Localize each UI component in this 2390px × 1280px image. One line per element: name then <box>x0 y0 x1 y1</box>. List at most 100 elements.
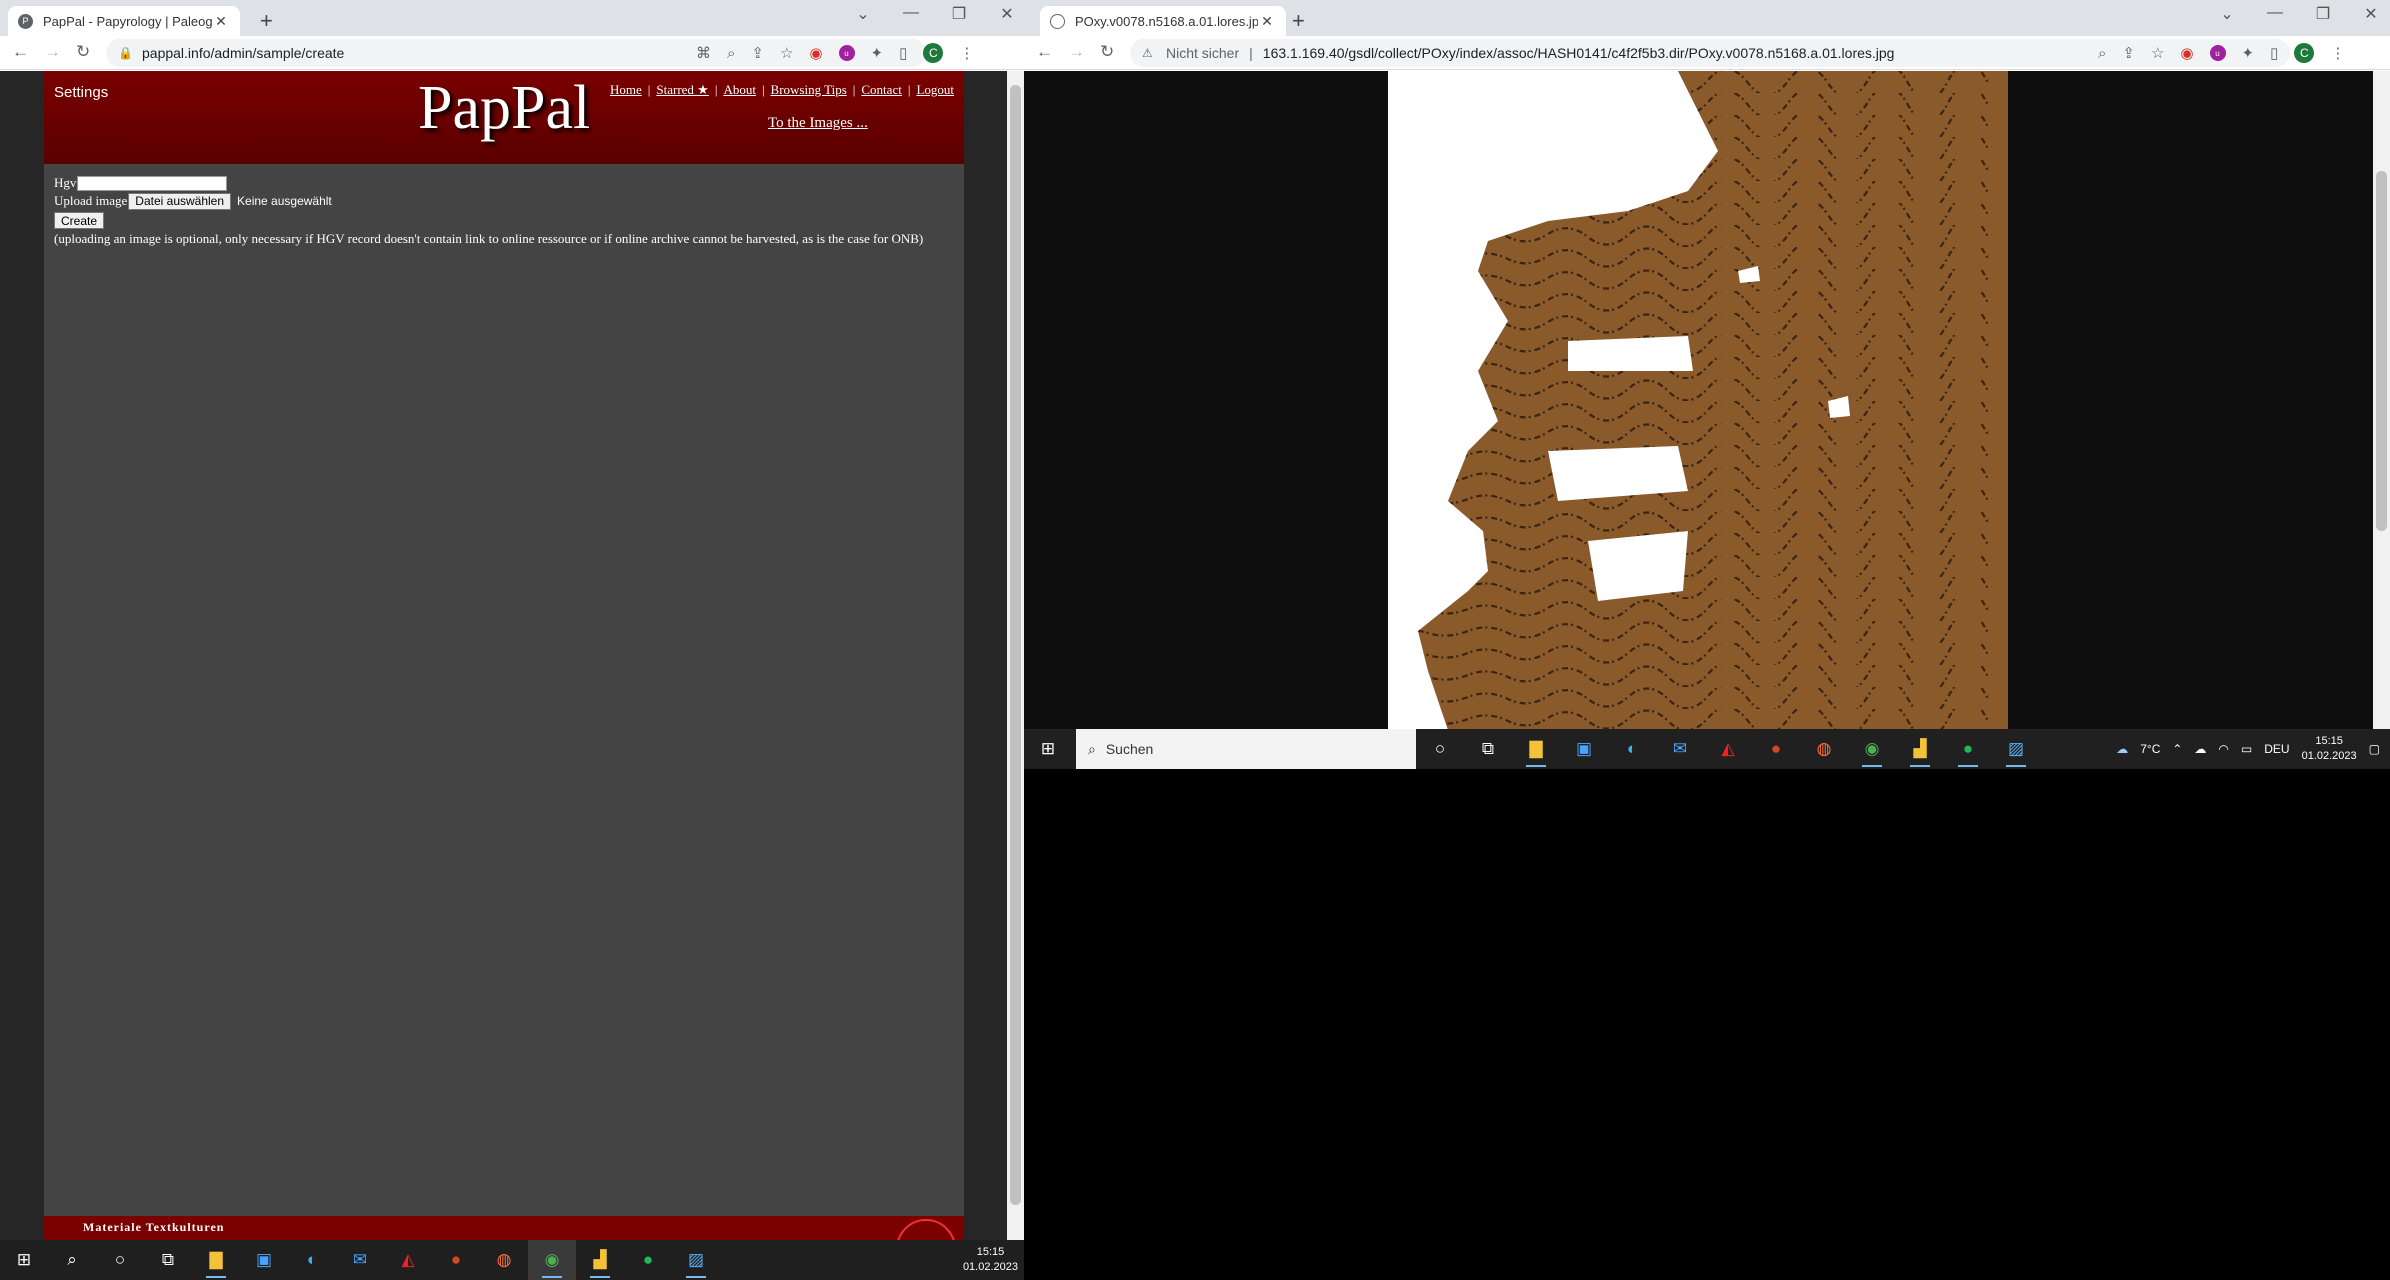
settings-link[interactable]: Settings <box>54 84 108 101</box>
firefox-icon[interactable]: ◍ <box>1800 729 1848 769</box>
menu-logout[interactable]: Logout <box>916 82 954 98</box>
mail-icon[interactable]: ✉ <box>336 1240 384 1280</box>
bookmark-star-icon[interactable]: ☆ <box>780 44 793 62</box>
choose-file-button[interactable]: Datei auswählen <box>128 192 232 210</box>
store-icon[interactable]: ▣ <box>240 1240 288 1280</box>
create-button[interactable]: Create <box>54 212 105 229</box>
to-images-link[interactable]: To the Images ... <box>768 115 868 132</box>
ublock-icon[interactable]: u <box>2209 45 2226 61</box>
restore-icon[interactable]: ❐ <box>946 4 972 24</box>
task-view-icon[interactable]: ⧉ <box>1464 729 1512 769</box>
mail-icon[interactable]: ✉ <box>1656 729 1704 769</box>
clock-date: 01.02.2023 <box>962 1261 1018 1273</box>
taskbar-search[interactable]: ⌕ Suchen <box>1076 729 1416 769</box>
acrobat-icon[interactable]: ◭ <box>1704 729 1752 769</box>
reload-icon[interactable]: ↻ <box>1100 42 1114 62</box>
tab-search-icon[interactable]: ⌄ <box>850 4 876 24</box>
language-indicator[interactable]: DEU <box>2264 742 2289 756</box>
spotify-icon[interactable]: ● <box>1944 729 1992 769</box>
new-tab-icon[interactable]: + <box>1292 8 1305 34</box>
menu-kebab-icon[interactable]: ⋮ <box>2330 44 2345 62</box>
cortana-icon[interactable]: ○ <box>96 1240 144 1280</box>
menu-about[interactable]: About <box>723 82 756 98</box>
new-tab-icon[interactable]: + <box>260 8 273 34</box>
chrome-icon[interactable]: ◉ <box>528 1240 576 1280</box>
weather-temp[interactable]: 7°C <box>2140 742 2160 756</box>
share-icon[interactable]: ⇪ <box>751 44 764 62</box>
minimize-icon[interactable]: — <box>2262 4 2288 24</box>
search-icon[interactable]: ⌕ <box>48 1240 96 1280</box>
photos-icon[interactable]: ▨ <box>1992 729 2040 769</box>
windows-start-icon[interactable]: ⊞ <box>1024 729 1072 769</box>
menu-home[interactable]: Home <box>610 82 642 98</box>
cortana-icon[interactable]: ○ <box>1416 729 1464 769</box>
wifi-icon[interactable]: ◠ <box>2218 742 2228 756</box>
back-icon[interactable]: ← <box>12 42 29 62</box>
back-icon[interactable]: ← <box>1036 42 1053 62</box>
viewer-scrollbar[interactable] <box>2373 71 2390 730</box>
zoom-icon[interactable]: ⌕ <box>727 45 735 62</box>
chrome-icon[interactable]: ◉ <box>1848 729 1896 769</box>
restore-icon[interactable]: ❐ <box>2310 4 2336 24</box>
menu-contact[interactable]: Contact <box>861 82 901 98</box>
site-logo[interactable]: PapPal <box>418 73 590 144</box>
forward-icon[interactable]: → <box>1068 42 1085 62</box>
hgv-input[interactable] <box>77 175 228 191</box>
acrobat-icon[interactable]: ◭ <box>384 1240 432 1280</box>
forward-icon[interactable]: → <box>44 42 61 62</box>
site-banner: Settings PapPal Home | Starred ★ | About | … <box>44 71 964 164</box>
reload-icon[interactable]: ↻ <box>76 42 90 62</box>
extensions-puzzle-icon[interactable]: ✦ <box>2242 44 2255 62</box>
spotify-icon[interactable]: ● <box>624 1240 672 1280</box>
extension-icon[interactable]: ◉ <box>809 44 822 62</box>
menu-kebab-icon[interactable]: ⋮ <box>959 44 974 62</box>
onedrive-icon[interactable]: ☁ <box>2194 742 2206 756</box>
scrollbar-thumb[interactable] <box>2376 171 2387 531</box>
store-icon[interactable]: ▣ <box>1560 729 1608 769</box>
scrollbar-thumb[interactable] <box>1010 85 1021 1205</box>
edge-icon[interactable]: ◐ <box>288 1240 336 1280</box>
minimize-icon[interactable]: — <box>898 4 924 24</box>
translate-icon[interactable]: ⌘ <box>696 44 711 62</box>
zoom-icon[interactable]: ⌕ <box>2098 45 2106 62</box>
edge-icon[interactable]: ◐ <box>1608 729 1656 769</box>
file-explorer-icon[interactable]: ▇ <box>1512 729 1560 769</box>
extensions-puzzle-icon[interactable]: ✦ <box>871 44 884 62</box>
taskbar-clock[interactable]: 15:15 01.02.2023 <box>963 1245 1018 1275</box>
tab-close-icon[interactable]: ✕ <box>1258 13 1276 30</box>
tray-chevron-icon[interactable]: ⌃ <box>2172 742 2182 756</box>
task-view-icon[interactable]: ⧉ <box>144 1240 192 1280</box>
ublock-icon[interactable]: u <box>838 45 855 61</box>
profile-avatar[interactable]: C <box>923 43 944 63</box>
tab-close-icon[interactable]: ✕ <box>212 13 230 30</box>
tab-pappal[interactable]: P PapPal - Papyrology | Paleograph ✕ <box>8 6 240 36</box>
side-panel-icon[interactable]: ▯ <box>899 44 907 62</box>
extension-icon[interactable]: ◉ <box>2180 44 2193 62</box>
taskbar-clock[interactable]: 15:15 01.02.2023 <box>2302 734 2357 764</box>
file-explorer-icon[interactable]: ▇ <box>192 1240 240 1280</box>
side-panel-icon[interactable]: ▯ <box>2270 44 2278 62</box>
papyrus-image[interactable] <box>1388 71 2008 730</box>
photos-icon[interactable]: ▨ <box>672 1240 720 1280</box>
bookmark-star-icon[interactable]: ☆ <box>2151 44 2164 62</box>
windows-start-icon[interactable]: ⊞ <box>0 1240 48 1280</box>
menu-starred[interactable]: Starred ★ <box>656 82 708 98</box>
cloud-weather-icon[interactable]: ☁ <box>2116 742 2128 756</box>
tab-search-icon[interactable]: ⌄ <box>2214 4 2240 24</box>
powerpoint-icon[interactable]: ● <box>1752 729 1800 769</box>
notes-app-icon[interactable]: ▟ <box>576 1240 624 1280</box>
battery-icon[interactable]: ▭ <box>2241 742 2252 756</box>
tab-image[interactable]: POxy.v0078.n5168.a.01.lores.jpg ✕ <box>1040 6 1286 36</box>
footer-logo-icon <box>896 1219 956 1240</box>
profile-avatar[interactable]: C <box>2294 43 2315 63</box>
share-icon[interactable]: ⇪ <box>2122 44 2135 62</box>
close-window-icon[interactable]: ✕ <box>2358 4 2384 24</box>
close-window-icon[interactable]: ✕ <box>994 4 1020 24</box>
system-tray: 15:15 01.02.2023 <box>963 1240 1018 1280</box>
menu-browsing-tips[interactable]: Browsing Tips <box>771 82 847 98</box>
powerpoint-icon[interactable]: ● <box>432 1240 480 1280</box>
notes-app-icon[interactable]: ▟ <box>1896 729 1944 769</box>
page-scrollbar[interactable] <box>1007 71 1024 1240</box>
notifications-icon[interactable]: ▢ <box>2369 742 2380 756</box>
firefox-icon[interactable]: ◍ <box>480 1240 528 1280</box>
